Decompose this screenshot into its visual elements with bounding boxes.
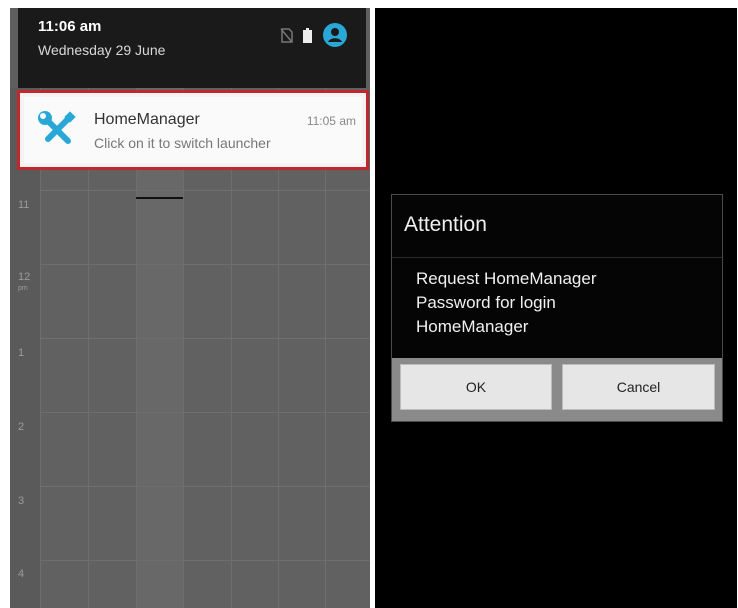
grid-line [40,486,370,487]
wrench-screwdriver-icon [36,109,78,156]
account-circle-icon[interactable] [322,22,348,48]
sim-card-off-icon [280,27,293,43]
hour-label-1: 1 [18,347,25,359]
notification-text: Click on it to switch launcher [94,135,271,151]
left-phone-screen: 11 12 pm 1 2 3 4 11:06 am Wednesday 29 J… [10,8,370,608]
grid-line [40,190,370,191]
shade-time: 11:06 am [38,18,102,35]
hour-label-11: 11 [18,199,30,211]
notification-time: 11:05 am [306,114,356,128]
homemanager-notification[interactable]: HomeManager Click on it to switch launch… [17,90,369,170]
right-phone-screen: Attention Request HomeManager Password f… [375,8,737,608]
dialog-button-bar: OK Cancel [392,358,722,421]
shade-date[interactable]: Wednesday 29 June [38,42,165,58]
grid-line [40,412,370,413]
hour-label-12: 12 pm [18,272,30,294]
grid-line [40,560,370,561]
battery-icon [303,27,312,43]
dialog-message: Request HomeManager Password for login H… [416,267,596,339]
notification-card[interactable]: HomeManager Click on it to switch launch… [24,97,362,163]
dialog-divider [392,257,722,258]
hour-label-4: 4 [18,568,25,580]
grid-line [40,338,370,339]
current-time-indicator [136,197,183,199]
cancel-button[interactable]: Cancel [562,364,715,410]
dialog-message-line: HomeManager [416,317,529,336]
hour-label-2: 2 [18,421,25,433]
grid-line [40,264,370,265]
hour-label-12-number: 12 [18,271,31,283]
pm-label: pm [18,285,28,292]
hour-label-3: 3 [18,495,25,507]
dialog-title: Attention [404,213,487,236]
notification-title: HomeManager [94,111,200,128]
ok-button[interactable]: OK [400,364,552,410]
dialog-message-line: Request HomeManager [416,269,597,288]
dialog-message-line: Password for login [416,293,556,312]
attention-dialog: Attention Request HomeManager Password f… [391,194,723,422]
status-icons [280,22,348,48]
notification-shade-header: 11:06 am Wednesday 29 June [18,8,366,88]
